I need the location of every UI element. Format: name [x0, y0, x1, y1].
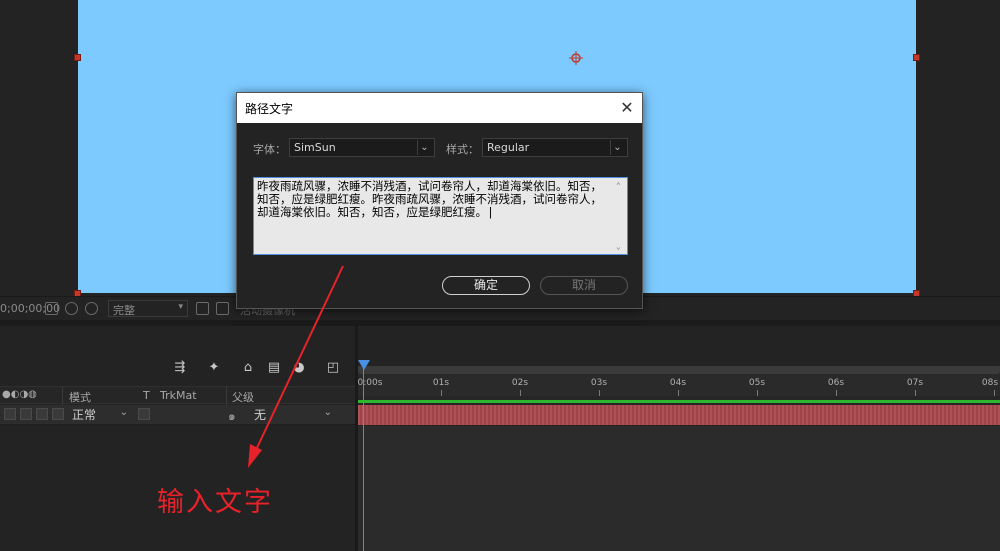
- timeline-panel: ⇶ ✦ ⌂ ▤ ◕ ◰ ●◐◑◍ 模式 T TrkMat 父级 正常 ⌄ ๑ 无…: [0, 326, 1000, 551]
- chevron-down-icon: ⌄: [323, 407, 332, 418]
- tick-label: 0:00s: [357, 378, 383, 388]
- parent-header[interactable]: 父级: [232, 389, 254, 405]
- resolution-select[interactable]: 完整 ▾: [108, 300, 188, 317]
- pick-whip-icon[interactable]: ๑: [228, 407, 236, 426]
- style-label: 样式：: [446, 143, 479, 156]
- parent-select[interactable]: 无 ⌄: [250, 406, 336, 423]
- tick-label: 01s: [432, 378, 450, 388]
- blend-mode-value: 正常: [72, 408, 97, 422]
- playhead-handle[interactable]: [358, 360, 370, 370]
- region-of-interest-icon[interactable]: [196, 302, 209, 315]
- playhead-line[interactable]: [363, 364, 364, 551]
- font-value: SimSun: [294, 141, 336, 154]
- after-effects-window: 0;00;00;00 完整 ▾ 活动摄像机 ⇶ ✦ ⌂ ▤ ◕ ◰ ●◐◑◍ 模…: [0, 0, 1000, 551]
- chevron-down-icon: ⌄: [119, 407, 128, 418]
- ok-button[interactable]: 确定: [442, 276, 530, 295]
- switch-box[interactable]: [4, 408, 16, 420]
- chevron-down-icon: ⌄: [417, 140, 431, 155]
- mode-header[interactable]: 模式: [69, 389, 91, 405]
- close-icon[interactable]: ✕: [612, 93, 642, 123]
- path-text-dialog: 路径文字 ✕ 字体： SimSun ⌄ 样式： Regular ⌄ 昨夜雨疏风骤…: [236, 92, 643, 309]
- transparency-grid-icon[interactable]: [216, 302, 229, 315]
- tick-label: 07s: [906, 378, 924, 388]
- tick-label: 03s: [590, 378, 608, 388]
- composition-flowchart-icon[interactable]: ⇶: [172, 360, 188, 376]
- trkmat-checkbox[interactable]: [138, 408, 150, 420]
- dialog-title: 路径文字: [245, 102, 294, 116]
- style-select[interactable]: Regular ⌄: [482, 138, 628, 157]
- switch-box[interactable]: [52, 408, 64, 420]
- tick-label: 06s: [827, 378, 845, 388]
- layer-duration-bar[interactable]: [358, 405, 1000, 425]
- timeline-splitter[interactable]: [355, 326, 358, 551]
- frame-blending-icon[interactable]: ▤: [266, 360, 282, 376]
- tick-label: 04s: [669, 378, 687, 388]
- tick-label: 05s: [748, 378, 766, 388]
- parent-value: 无: [254, 408, 267, 422]
- column-divider: [62, 387, 63, 405]
- annotation-text: 输入文字: [157, 487, 273, 518]
- chevron-down-icon: ⌄: [610, 140, 624, 155]
- switches-icons: ●◐◑◍: [2, 389, 37, 400]
- switch-box[interactable]: [36, 408, 48, 420]
- render-bar: [358, 400, 1000, 403]
- scroll-down-icon[interactable]: ⌄: [616, 240, 621, 253]
- tick-label: 08s: [981, 378, 999, 388]
- show-snapshot-icon[interactable]: [65, 302, 78, 315]
- motion-blur-icon[interactable]: ◕: [291, 360, 307, 376]
- font-select[interactable]: SimSun ⌄: [289, 138, 435, 157]
- blend-mode-select[interactable]: 正常 ⌄: [68, 406, 132, 423]
- textarea-scrollbar[interactable]: ⌃ ⌄: [614, 179, 626, 253]
- transform-handle-right[interactable]: [913, 54, 920, 61]
- time-graph[interactable]: 0:00s 01s 02s 03s 04s 05s 06s 07s 08s: [358, 356, 1000, 551]
- trkmat-header[interactable]: TrkMat: [160, 389, 197, 402]
- color-channel-icon[interactable]: [85, 302, 98, 315]
- resolution-value: 完整: [113, 304, 135, 317]
- work-area-bar[interactable]: [358, 366, 1000, 374]
- font-label: 字体：: [253, 143, 286, 156]
- scroll-up-icon[interactable]: ⌃: [616, 179, 621, 192]
- draft-3d-icon[interactable]: ✦: [206, 360, 222, 376]
- time-graph-body[interactable]: [358, 426, 1000, 551]
- tick-label: 02s: [511, 378, 529, 388]
- cancel-button[interactable]: 取消: [540, 276, 628, 295]
- dialog-titlebar[interactable]: 路径文字 ✕: [237, 93, 642, 123]
- text-content: 昨夜雨疏风骤，浓睡不消残酒，试问卷帘人，却道海棠依旧。知否，知否，应是绿肥红瘦。…: [257, 179, 602, 219]
- snapshot-icon[interactable]: [45, 302, 58, 315]
- preserve-transparency-header[interactable]: T: [143, 389, 150, 402]
- graph-editor-icon[interactable]: ◰: [325, 360, 341, 376]
- text-input[interactable]: 昨夜雨疏风骤，浓睡不消残酒，试问卷帘人，却道海棠依旧。知否，知否，应是绿肥红瘦。…: [253, 177, 628, 255]
- time-ruler[interactable]: 0:00s 01s 02s 03s 04s 05s 06s 07s 08s: [358, 366, 1000, 396]
- style-value: Regular: [487, 141, 530, 154]
- anchor-point-icon[interactable]: [569, 51, 583, 65]
- transform-handle-left[interactable]: [74, 54, 81, 61]
- layer-column-header: ●◐◑◍ 模式 T TrkMat 父级: [0, 386, 357, 405]
- column-divider: [226, 387, 227, 405]
- layer-row[interactable]: 正常 ⌄ ๑ 无 ⌄: [0, 405, 357, 425]
- chevron-down-icon: ▾: [178, 302, 183, 312]
- shy-layers-icon[interactable]: ⌂: [240, 360, 256, 376]
- switch-box[interactable]: [20, 408, 32, 420]
